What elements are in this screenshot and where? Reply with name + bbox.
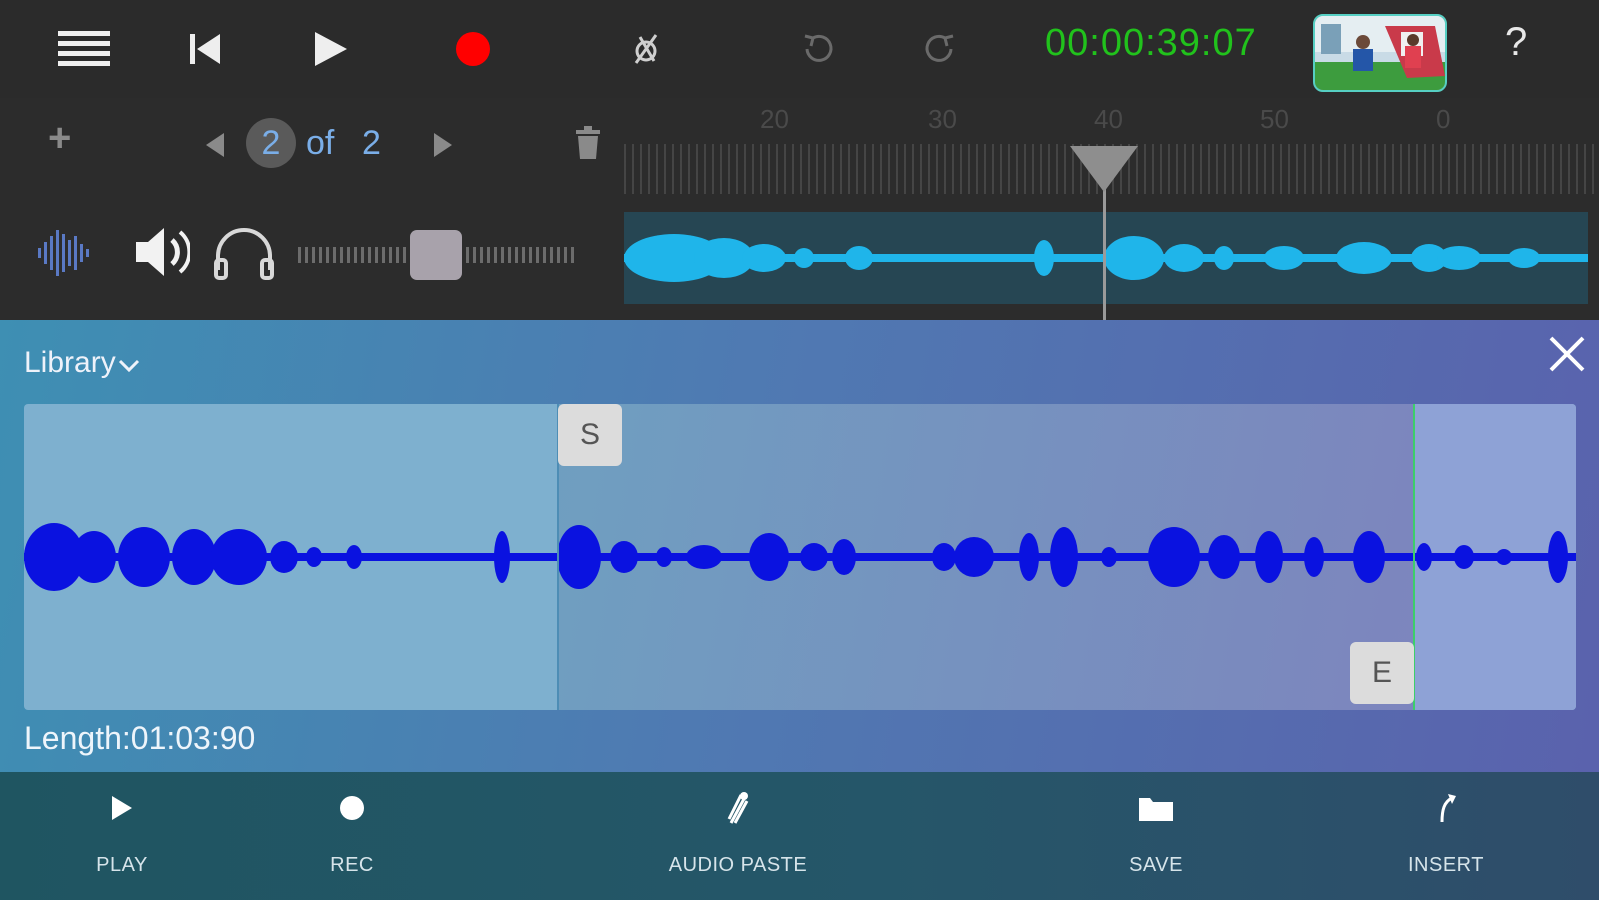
audio-paste-label: AUDIO PASTE bbox=[668, 854, 808, 876]
library-dropdown[interactable]: Library bbox=[24, 346, 140, 381]
library-title: Library bbox=[24, 346, 116, 379]
paste-icon bbox=[638, 788, 838, 828]
ruler-label: 40 bbox=[1094, 104, 1123, 134]
timecode-display: 00:00:39:07 bbox=[1045, 22, 1257, 64]
help-button[interactable]: ? bbox=[1505, 20, 1527, 65]
insert-icon bbox=[1346, 788, 1546, 828]
ruler-label: 20 bbox=[760, 104, 789, 134]
record-icon[interactable] bbox=[445, 14, 501, 84]
slider-thumb[interactable] bbox=[410, 230, 462, 280]
of-label: of bbox=[306, 124, 335, 162]
skip-back-icon[interactable] bbox=[180, 14, 230, 84]
insert-button-label: INSERT bbox=[1408, 854, 1484, 876]
video-thumbnail[interactable] bbox=[1313, 14, 1447, 92]
waveform-icon[interactable] bbox=[36, 228, 90, 283]
metronome-icon[interactable] bbox=[618, 14, 674, 84]
audio-paste-button[interactable]: AUDIO PASTE bbox=[638, 772, 838, 900]
insert-button[interactable]: INSERT bbox=[1346, 772, 1546, 900]
add-track-button[interactable]: + bbox=[48, 116, 71, 161]
next-track-icon[interactable] bbox=[432, 132, 454, 163]
close-icon[interactable] bbox=[1547, 334, 1587, 374]
play-icon[interactable] bbox=[300, 14, 360, 84]
rec-button[interactable]: REC bbox=[252, 772, 452, 900]
chevron-down-icon bbox=[118, 347, 140, 381]
volume-slider[interactable] bbox=[298, 228, 576, 282]
ruler-label: 0 bbox=[1436, 104, 1451, 134]
library-waveform-editor[interactable]: S E bbox=[24, 404, 1576, 710]
top-toolbar: 00:00:39:07 ? bbox=[0, 0, 1599, 98]
ruler-label: 50 bbox=[1260, 104, 1289, 134]
menu-icon[interactable] bbox=[52, 14, 116, 84]
library-panel: Library S E Length:01:03:90 bbox=[0, 320, 1599, 772]
play-button-label: PLAY bbox=[96, 854, 148, 876]
track-controls: + 2 of 2 bbox=[0, 98, 624, 320]
save-button-label: SAVE bbox=[1129, 854, 1183, 876]
audio-track-clip[interactable] bbox=[624, 212, 1588, 304]
total-tracks: 2 bbox=[362, 124, 381, 162]
library-waveform bbox=[24, 523, 1576, 591]
start-marker-handle[interactable]: S bbox=[558, 404, 622, 466]
clip-length: Length:01:03:90 bbox=[24, 720, 256, 756]
play-icon bbox=[22, 788, 222, 828]
track-waveform bbox=[624, 234, 1588, 282]
redo-icon[interactable] bbox=[912, 14, 968, 84]
current-track-badge: 2 bbox=[246, 118, 296, 168]
rec-button-label: REC bbox=[330, 854, 374, 876]
prev-track-icon[interactable] bbox=[204, 132, 226, 163]
folder-icon bbox=[1056, 788, 1256, 828]
playhead-handle[interactable] bbox=[1070, 146, 1138, 192]
headphones-icon[interactable] bbox=[212, 226, 276, 285]
undo-icon[interactable] bbox=[790, 14, 846, 84]
bottom-action-bar: PLAY REC AUDIO PASTE SAVE INSERT bbox=[0, 772, 1599, 900]
play-button[interactable]: PLAY bbox=[22, 772, 222, 900]
ruler-label: 30 bbox=[928, 104, 957, 134]
save-button[interactable]: SAVE bbox=[1056, 772, 1256, 900]
trash-icon[interactable] bbox=[574, 126, 602, 165]
end-marker-handle[interactable]: E bbox=[1350, 642, 1414, 704]
current-track-number: 2 bbox=[261, 123, 281, 162]
record-dot-icon bbox=[252, 788, 452, 828]
speaker-icon[interactable] bbox=[134, 226, 192, 283]
